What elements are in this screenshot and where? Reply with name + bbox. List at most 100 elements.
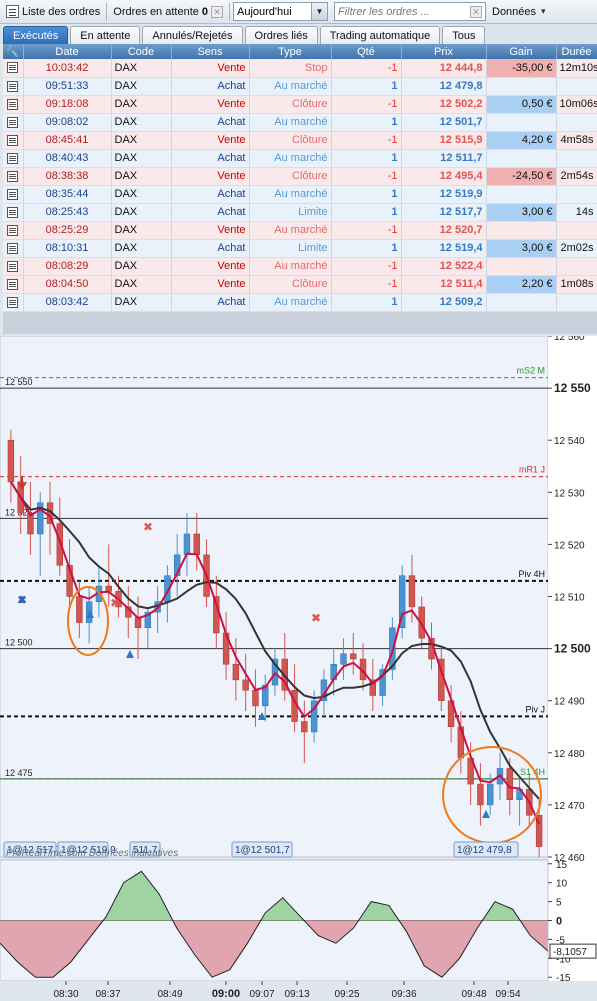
table-row[interactable]: 09:51:33 DAX Achat Au marché 1 12 479,8	[3, 77, 597, 96]
column-header-date[interactable]: Date	[23, 44, 112, 59]
tab-pending[interactable]: En attente	[70, 26, 141, 44]
order-duration	[556, 221, 597, 240]
filter-input[interactable]	[338, 5, 463, 18]
order-detail-icon[interactable]	[3, 293, 24, 312]
column-header-side[interactable]: Sens	[171, 44, 250, 59]
table-row[interactable]: 08:40:43 DAX Achat Au marché 1 12 511,7	[3, 149, 597, 168]
order-side: Vente	[171, 221, 250, 240]
pending-orders-button[interactable]: Ordres en attente 0 ✕	[110, 2, 226, 22]
document-icon[interactable]	[7, 296, 19, 308]
order-gain	[486, 221, 557, 240]
column-header-code[interactable]: Code	[111, 44, 172, 59]
order-code: DAX	[111, 221, 172, 240]
filter-field[interactable]: ✕	[334, 2, 486, 21]
table-row[interactable]: 08:38:38 DAX Vente Clôture -1 12 495,4 -24,50 …	[3, 167, 597, 186]
order-detail-icon[interactable]	[3, 149, 24, 168]
table-row[interactable]: 08:10:31 DAX Achat Limite 1 12 519,4 3,00 €2m0…	[3, 239, 597, 258]
table-row[interactable]: 08:25:43 DAX Achat Limite 1 12 517,7 3,00 €14s	[3, 203, 597, 222]
order-detail-icon[interactable]	[3, 257, 24, 276]
order-gain: -35,00 €	[486, 59, 557, 78]
candle-body	[340, 653, 347, 665]
order-detail-icon[interactable]	[3, 131, 24, 150]
order-code: DAX	[111, 185, 172, 204]
osc-last-value: -8,1057	[553, 947, 587, 958]
order-list-button[interactable]: Liste des ordres	[3, 2, 103, 22]
x-tick-label: 09:00	[212, 988, 240, 1000]
order-side: Achat	[171, 149, 250, 168]
data-menu[interactable]: Données	[492, 6, 536, 18]
order-price: 12 522,4	[401, 257, 487, 276]
table-row[interactable]: 08:08:29 DAX Vente Au marché -1 12 522,4	[3, 257, 597, 276]
document-icon[interactable]	[7, 98, 19, 110]
column-header-icon[interactable]: 🔧	[3, 44, 24, 59]
table-row[interactable]: 08:04:50 DAX Vente Clôture -1 12 511,4 2,20 €1…	[3, 275, 597, 294]
document-icon[interactable]	[7, 152, 19, 164]
clear-filter-icon[interactable]: ✕	[470, 5, 482, 18]
order-price: 12 502,2	[401, 95, 487, 114]
sell-marker-icon: ✖	[311, 611, 321, 625]
order-qty: 1	[331, 149, 402, 168]
order-detail-icon[interactable]	[3, 203, 24, 222]
document-icon[interactable]	[7, 260, 19, 272]
order-gain	[486, 77, 557, 96]
order-detail-icon[interactable]	[3, 275, 24, 294]
order-type: Au marché	[249, 149, 332, 168]
document-icon[interactable]	[7, 170, 19, 182]
table-row[interactable]: 10:03:42 DAX Vente Stop -1 12 444,8 -35,00 €12…	[3, 59, 597, 78]
tab-automatic-trading[interactable]: Trading automatique	[319, 26, 441, 44]
chevron-down-icon[interactable]: ▼	[311, 3, 327, 20]
table-row[interactable]: 09:18:08 DAX Vente Clôture -1 12 502,2 0,50 €1…	[3, 95, 597, 114]
order-time: 08:25:29	[23, 221, 112, 240]
table-row[interactable]: 08:35:44 DAX Achat Au marché 1 12 519,9	[3, 185, 597, 204]
column-header-type[interactable]: Type	[249, 44, 332, 59]
column-header-gain[interactable]: Gain	[486, 44, 557, 59]
document-icon[interactable]	[7, 206, 19, 218]
column-header-qty[interactable]: Qté	[331, 44, 402, 59]
level-label: 12 550	[5, 377, 33, 387]
close-icon[interactable]: ✕	[211, 5, 223, 18]
document-icon[interactable]	[7, 242, 19, 254]
document-icon[interactable]	[7, 62, 19, 74]
table-row[interactable]: 08:45:41 DAX Vente Clôture -1 12 515,9 4,20 €4…	[3, 131, 597, 150]
order-side: Vente	[171, 59, 250, 78]
order-detail-icon[interactable]	[3, 185, 24, 204]
order-detail-icon[interactable]	[3, 221, 24, 240]
tab-linked-orders[interactable]: Ordres liés	[244, 26, 318, 44]
order-code: DAX	[111, 77, 172, 96]
document-icon[interactable]	[7, 80, 19, 92]
order-duration: 12m10s	[556, 59, 597, 78]
menu-arrow-icon[interactable]: ▾	[541, 6, 546, 17]
table-row[interactable]: 09:08:02 DAX Achat Au marché 1 12 501,7	[3, 113, 597, 132]
order-duration: 2m54s	[556, 167, 597, 186]
order-detail-icon[interactable]	[3, 167, 24, 186]
order-detail-icon[interactable]	[3, 239, 24, 258]
x-tick-label: 08:30	[53, 989, 78, 1000]
order-type: Au marché	[249, 113, 332, 132]
order-code: DAX	[111, 167, 172, 186]
order-detail-icon[interactable]	[3, 113, 24, 132]
document-icon[interactable]	[7, 134, 19, 146]
table-row[interactable]: 08:03:42 DAX Achat Au marché 1 12 509,2	[3, 293, 597, 312]
x-tick-label: 09:07	[249, 989, 274, 1000]
period-select[interactable]: Aujourd'hui ▼	[233, 2, 328, 21]
tab-cancelled-rejected[interactable]: Annulés/Rejetés	[142, 26, 243, 44]
order-detail-icon[interactable]	[3, 59, 24, 78]
document-icon[interactable]	[7, 278, 19, 290]
tab-all[interactable]: Tous	[442, 26, 486, 44]
order-time: 08:10:31	[23, 239, 112, 258]
order-detail-icon[interactable]	[3, 77, 24, 96]
document-icon[interactable]	[7, 188, 19, 200]
table-row[interactable]: 08:25:29 DAX Vente Au marché -1 12 520,7	[3, 221, 597, 240]
order-time: 09:08:02	[23, 113, 112, 132]
orders-toolbar: Liste des ordres Ordres en attente 0 ✕ A…	[0, 0, 597, 24]
tab-executed[interactable]: Exécutés	[3, 26, 69, 44]
order-detail-icon[interactable]	[3, 95, 24, 114]
price-chart[interactable]: 12 560 12 550 12 540 12 530 12 520 12 510 12 5…	[0, 336, 597, 1001]
document-icon[interactable]	[7, 116, 19, 128]
column-header-price[interactable]: Prix	[401, 44, 487, 59]
column-header-duration[interactable]: Durée	[556, 44, 597, 59]
y-tick-label: 12 500	[554, 642, 591, 656]
order-duration: 4m58s	[556, 131, 597, 150]
order-price: 12 495,4	[401, 167, 487, 186]
document-icon[interactable]	[7, 224, 19, 236]
